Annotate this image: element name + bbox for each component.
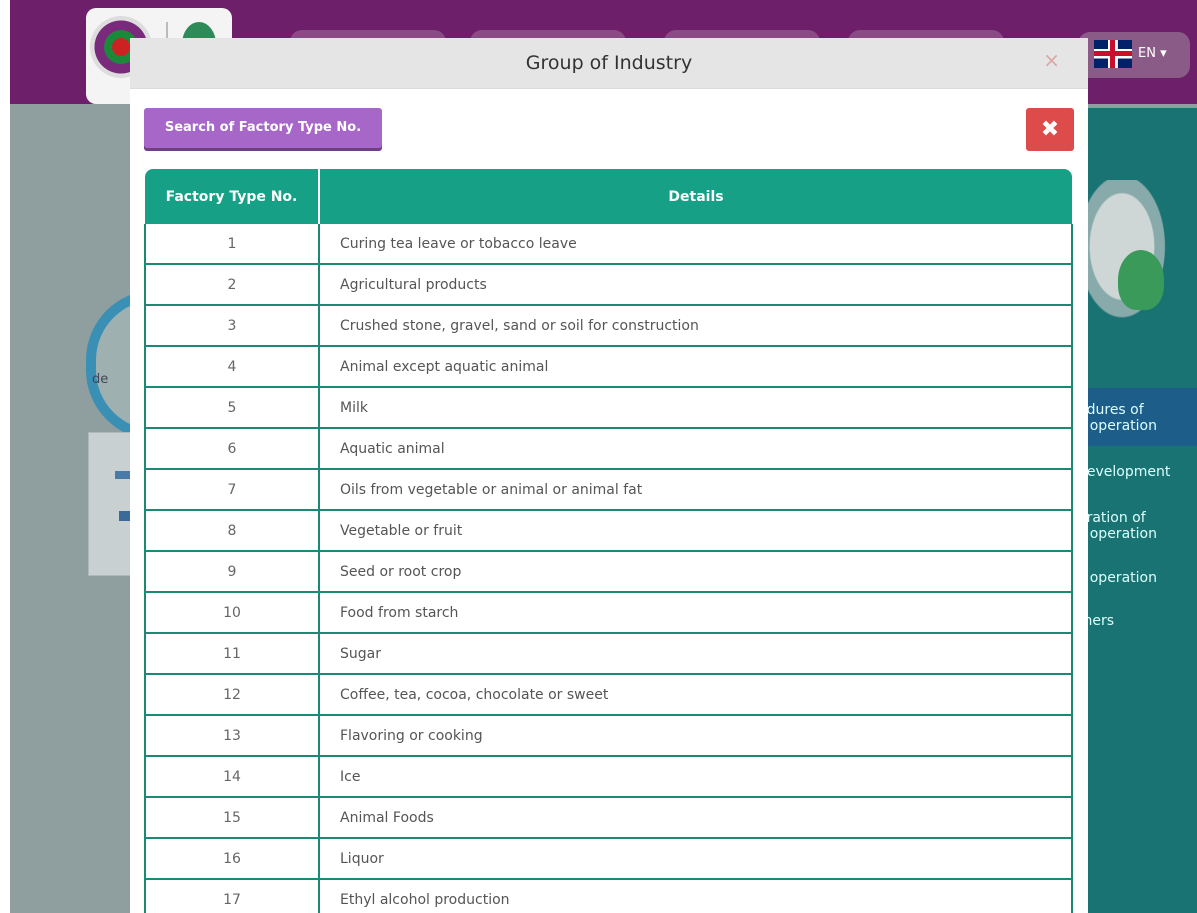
side-menu-item[interactable]: s operation [1078,570,1157,586]
table-row[interactable]: 5 Milk [144,387,1073,429]
column-header-details: Details [319,169,1072,224]
page-edge [0,0,10,913]
table-row[interactable]: 8 Vegetable or fruit [144,510,1073,552]
language-label: EN ▾ [1138,46,1167,61]
table-row[interactable]: 10 Food from starch [144,592,1073,634]
table-row[interactable]: 2 Agricultural products [144,264,1073,306]
table-row[interactable]: 14 Ice [144,756,1073,798]
table-row[interactable]: 16 Liquor [144,838,1073,880]
language-selector[interactable]: EN ▾ [1078,32,1190,78]
factory-type-detail: Curing tea leave or tobacco leave [319,224,1073,265]
factory-type-detail: Aquatic animal [319,428,1073,470]
factory-type-number: 2 [144,264,320,306]
factory-type-number: 11 [144,633,320,675]
factory-type-number: 8 [144,510,320,552]
table-row[interactable]: 12 Coffee, tea, cocoa, chocolate or sweet [144,674,1073,716]
factory-type-number: 5 [144,387,320,429]
mascot-leaf-icon [1118,250,1164,310]
factory-type-detail: Seed or root crop [319,551,1073,593]
modal-header: Group of Industry × [130,38,1088,89]
factory-type-detail: Food from starch [319,592,1073,634]
factory-type-detail: Milk [319,387,1073,429]
background-circle-text: de [92,372,109,387]
factory-type-number: 13 [144,715,320,757]
factory-type-detail: Coffee, tea, cocoa, chocolate or sweet [319,674,1073,716]
table-row[interactable]: 15 Animal Foods [144,797,1073,839]
modal-close-icon[interactable]: × [1043,48,1060,72]
factory-type-number: 6 [144,428,320,470]
factory-type-detail: Agricultural products [319,264,1073,306]
factory-type-detail: Sugar [319,633,1073,675]
table-row[interactable]: 13 Flavoring or cooking [144,715,1073,757]
factory-type-number: 1 [144,224,320,265]
factory-type-number: 16 [144,838,320,880]
factory-type-detail: Oils from vegetable or animal or animal … [319,469,1073,511]
factory-type-number: 4 [144,346,320,388]
factory-type-detail: Liquor [319,838,1073,880]
close-button[interactable]: ✖ [1026,108,1074,151]
background-poster-card [88,432,134,576]
side-menu-item[interactable]: development [1078,464,1170,480]
modal-title: Group of Industry [525,52,693,74]
table-row[interactable]: 11 Sugar [144,633,1073,675]
factory-type-table: Factory Type No. Details 1 Curing tea lea… [144,169,1073,913]
factory-type-number: 12 [144,674,320,716]
factory-type-detail: Ice [319,756,1073,798]
side-menu-item[interactable]: aration of s operation [1078,510,1157,542]
close-x-icon: ✖ [1040,117,1060,142]
factory-type-detail: Ethyl alcohol production [319,879,1073,913]
factory-type-detail: Flavoring or cooking [319,715,1073,757]
factory-type-number: 3 [144,305,320,347]
table-row[interactable]: 9 Seed or root crop [144,551,1073,593]
factory-type-number: 15 [144,797,320,839]
table-row[interactable]: 3 Crushed stone, gravel, sand or soil for… [144,305,1073,347]
factory-type-number: 10 [144,592,320,634]
table-row[interactable]: 6 Aquatic animal [144,428,1073,470]
side-menu-item[interactable]: edures of s operation [1078,402,1157,434]
factory-type-number: 17 [144,879,320,913]
search-factory-type-button[interactable]: Search of Factory Type No. [144,108,382,148]
table-row[interactable]: 7 Oils from vegetable or animal or animal… [144,469,1073,511]
factory-type-number: 9 [144,551,320,593]
group-of-industry-modal: Group of Industry × Search of Factory Ty… [130,38,1088,913]
uk-flag-icon [1094,40,1132,68]
table-row[interactable]: 17 Ethyl alcohol production [144,879,1073,913]
factory-type-detail: Animal Foods [319,797,1073,839]
factory-type-number: 14 [144,756,320,798]
factory-type-detail: Animal except aquatic animal [319,346,1073,388]
table-header-row: Factory Type No. Details [145,169,1072,224]
factory-type-detail: Vegetable or fruit [319,510,1073,552]
column-header-factory-type-no: Factory Type No. [145,169,320,224]
table-row[interactable]: 4 Animal except aquatic animal [144,346,1073,388]
factory-type-detail: Crushed stone, gravel, sand or soil for … [319,305,1073,347]
factory-type-number: 7 [144,469,320,511]
table-row[interactable]: 1 Curing tea leave or tobacco leave [144,224,1073,265]
